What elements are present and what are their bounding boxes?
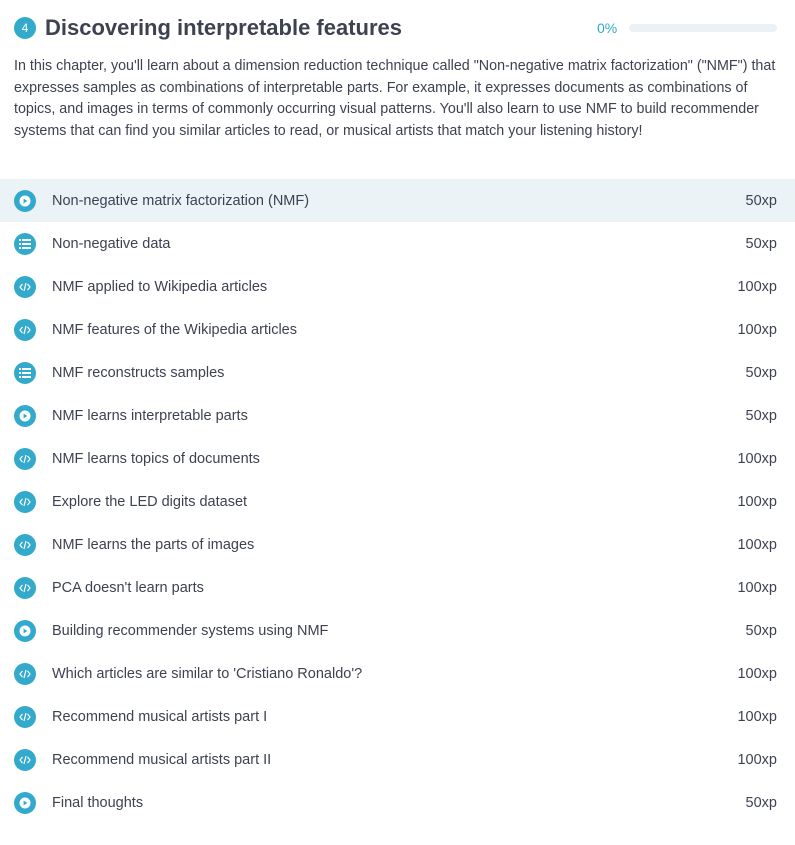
exercise-row[interactable]: Final thoughts 50xp bbox=[0, 781, 795, 824]
exercise-title: Explore the LED digits dataset bbox=[52, 493, 248, 510]
exercise-xp: 100xp bbox=[737, 751, 777, 768]
exercise-list: Non-negative matrix factorization (NMF) … bbox=[0, 179, 795, 824]
exercise-title: Which articles are similar to 'Cristiano… bbox=[52, 665, 363, 682]
exercise-row[interactable]: PCA doesn't learn parts 100xp bbox=[0, 566, 795, 609]
exercise-xp: 50xp bbox=[745, 622, 777, 639]
code-icon bbox=[14, 576, 36, 599]
exercise-title: Recommend musical artists part I bbox=[52, 708, 268, 725]
code-icon bbox=[14, 490, 36, 513]
exercise-title: Non-negative matrix factorization (NMF) bbox=[52, 192, 310, 209]
exercise-row[interactable]: NMF learns topics of documents 100xp bbox=[0, 437, 795, 480]
exercise-row[interactable]: Which articles are similar to 'Cristiano… bbox=[0, 652, 795, 695]
exercise-title: NMF features of the Wikipedia articles bbox=[52, 321, 297, 338]
exercise-title: NMF learns the parts of images bbox=[52, 536, 255, 553]
exercise-xp: 100xp bbox=[737, 450, 777, 467]
exercise-xp: 50xp bbox=[745, 192, 777, 209]
code-icon bbox=[14, 275, 36, 298]
progress-bar bbox=[629, 24, 777, 32]
exercise-title: Final thoughts bbox=[52, 794, 144, 811]
play-icon bbox=[14, 404, 36, 427]
exercise-xp: 50xp bbox=[745, 235, 777, 252]
list-icon bbox=[14, 232, 36, 255]
chapter-number-badge: 4 bbox=[14, 17, 36, 39]
exercise-row[interactable]: NMF features of the Wikipedia articles 1… bbox=[0, 308, 795, 351]
exercise-row[interactable]: Explore the LED digits dataset 100xp bbox=[0, 480, 795, 523]
exercise-title: NMF applied to Wikipedia articles bbox=[52, 278, 268, 295]
exercise-xp: 50xp bbox=[745, 407, 777, 424]
exercise-xp: 100xp bbox=[737, 579, 777, 596]
exercise-row[interactable]: NMF reconstructs samples 50xp bbox=[0, 351, 795, 394]
code-icon bbox=[14, 533, 36, 556]
exercise-title: Building recommender systems using NMF bbox=[52, 622, 329, 639]
code-icon bbox=[14, 662, 36, 685]
exercise-xp: 100xp bbox=[737, 536, 777, 553]
play-icon bbox=[14, 619, 36, 642]
code-icon bbox=[14, 748, 36, 771]
exercise-row[interactable]: Non-negative matrix factorization (NMF) … bbox=[0, 179, 795, 222]
exercise-row[interactable]: Recommend musical artists part I 100xp bbox=[0, 695, 795, 738]
code-icon bbox=[14, 318, 36, 341]
exercise-row[interactable]: NMF learns the parts of images 100xp bbox=[0, 523, 795, 566]
exercise-title: NMF reconstructs samples bbox=[52, 364, 225, 381]
progress-label: 0% bbox=[597, 20, 618, 36]
exercise-row[interactable]: Recommend musical artists part II 100xp bbox=[0, 738, 795, 781]
exercise-xp: 100xp bbox=[737, 665, 777, 682]
exercise-title: PCA doesn't learn parts bbox=[52, 579, 204, 596]
exercise-xp: 100xp bbox=[737, 708, 777, 725]
exercise-row[interactable]: NMF learns interpretable parts 50xp bbox=[0, 394, 795, 437]
exercise-xp: 100xp bbox=[737, 493, 777, 510]
exercise-xp: 100xp bbox=[737, 321, 777, 338]
exercise-title: NMF learns topics of documents bbox=[52, 450, 260, 467]
list-icon bbox=[14, 361, 36, 384]
exercise-xp: 100xp bbox=[737, 278, 777, 295]
code-icon bbox=[14, 705, 36, 728]
exercise-xp: 50xp bbox=[745, 794, 777, 811]
exercise-title: NMF learns interpretable parts bbox=[52, 407, 248, 424]
chapter-description: In this chapter, you'll learn about a di… bbox=[14, 58, 776, 140]
exercise-row[interactable]: Non-negative data 50xp bbox=[0, 222, 795, 265]
exercise-xp: 50xp bbox=[745, 364, 777, 381]
play-icon bbox=[14, 189, 36, 212]
play-icon bbox=[14, 791, 36, 814]
exercise-row[interactable]: Building recommender systems using NMF 5… bbox=[0, 609, 795, 652]
chapter-title: Discovering interpretable features bbox=[45, 15, 403, 40]
exercise-title: Recommend musical artists part II bbox=[52, 751, 272, 768]
exercise-title: Non-negative data bbox=[52, 235, 171, 252]
code-icon bbox=[14, 447, 36, 470]
exercise-row[interactable]: NMF applied to Wikipedia articles 100xp bbox=[0, 265, 795, 308]
